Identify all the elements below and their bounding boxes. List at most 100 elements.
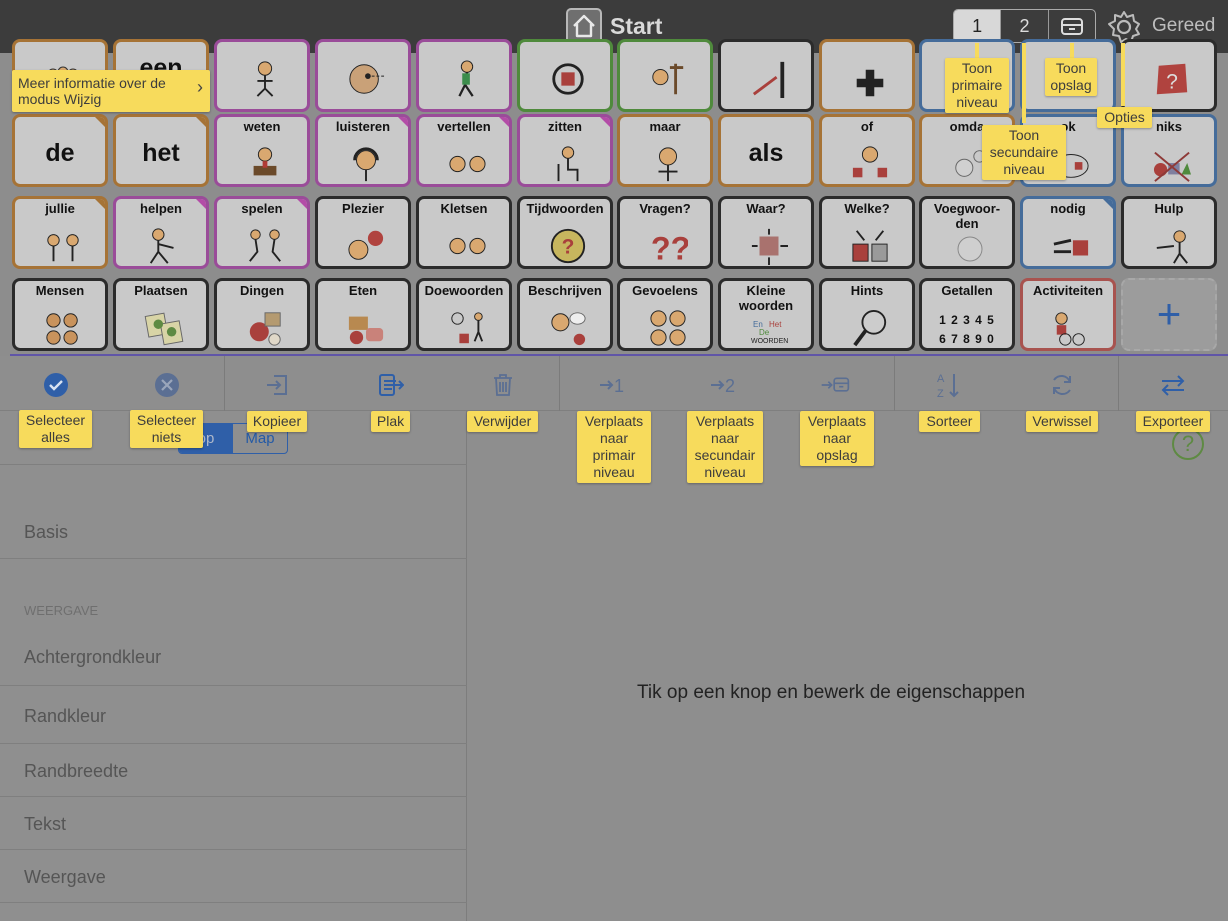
svg-text:De: De: [759, 328, 770, 337]
cell-tijdwoorden[interactable]: Tijdwoorden?: [517, 196, 613, 269]
cell-kletsen[interactable]: Kletsen: [416, 196, 512, 269]
checkmark-circle-icon: [44, 373, 68, 397]
cell-helpen[interactable]: helpen: [113, 196, 209, 269]
cell-plezier[interactable]: Plezier: [315, 196, 411, 269]
list-item-randkleur[interactable]: Randkleur: [0, 686, 467, 744]
cell-kleine-woorden[interactable]: Kleine woorden En Het De WOORDEN: [718, 278, 814, 351]
cell-eten[interactable]: Eten: [315, 278, 411, 351]
storage-icon: [1060, 18, 1083, 35]
tooltip-sort: Sorteer: [919, 411, 980, 432]
cell-jullie[interactable]: jullie: [12, 196, 108, 269]
cell-beschrijven[interactable]: Beschrijven: [517, 278, 613, 351]
arrow-storage-icon: [821, 377, 850, 392]
cell-hulp[interactable]: Hulp: [1121, 196, 1217, 269]
storage-button[interactable]: [1047, 10, 1095, 42]
cell-sign[interactable]: [617, 39, 713, 112]
delete-button[interactable]: [488, 370, 518, 400]
cell-spelen[interactable]: spelen: [214, 196, 310, 269]
list-item-weergave[interactable]: Weergave: [0, 850, 467, 903]
arrow-1-icon: 1: [600, 376, 624, 396]
help-icon[interactable]: ?: [1172, 428, 1204, 460]
chevron-right-icon: ›: [197, 77, 203, 97]
tooltip-move-secondary: Verplaats naar secundair niveau: [687, 411, 763, 483]
export-button[interactable]: [1158, 370, 1188, 400]
cell-person-sitting[interactable]: [214, 39, 310, 112]
cell-zitten[interactable]: zitten: [517, 114, 613, 187]
board-title: Start: [610, 12, 663, 39]
cell-luisteren[interactable]: luisteren: [315, 114, 411, 187]
cell-welke[interactable]: Welke?: [819, 196, 915, 269]
copy-button[interactable]: [263, 370, 293, 400]
cell-weten[interactable]: weten: [214, 114, 310, 187]
cell-look[interactable]: [315, 39, 411, 112]
list-item-randbreedte[interactable]: Randbreedte: [0, 744, 467, 797]
list-item-achtergrondkleur[interactable]: Achtergrondkleur: [0, 633, 467, 686]
cell-walk[interactable]: [416, 39, 512, 112]
cell-again[interactable]: [517, 39, 613, 112]
cell-question-red[interactable]: ?: [1121, 39, 1217, 112]
svg-text:WOORDEN: WOORDEN: [751, 338, 788, 345]
select-all-button[interactable]: [41, 370, 71, 400]
detail-panel: [467, 411, 1228, 921]
tooltip-show-storage: Toon opslag: [1045, 58, 1097, 96]
app-root: Start 1 2 Gereed een ? de het weten luis…: [0, 0, 1228, 921]
tooltip-copy: Kopieer: [247, 411, 307, 432]
tooltip-select-none: Selecteer niets: [130, 410, 203, 448]
done-button[interactable]: Gereed: [1152, 15, 1215, 37]
add-cell-button[interactable]: +: [1121, 278, 1217, 351]
select-none-button[interactable]: [152, 370, 182, 400]
cell-vertellen[interactable]: vertellen: [416, 114, 512, 187]
svg-text:?: ?: [562, 236, 575, 259]
deselect-circle-icon: [155, 373, 179, 397]
tooltip-delete: Verwijder: [467, 411, 538, 432]
edit-toolbar: 1 2 AZ: [0, 356, 1228, 411]
cell-voegwoorden[interactable]: Voegwoor- den: [919, 196, 1015, 269]
cell-als[interactable]: als: [718, 114, 814, 187]
cell-activiteiten[interactable]: Activiteiten: [1020, 278, 1116, 351]
swap-button[interactable]: [1047, 370, 1077, 400]
level-2-button[interactable]: 2: [1000, 10, 1047, 42]
cell-hints[interactable]: Hints: [819, 278, 915, 351]
move-to-primary-button[interactable]: 1: [598, 370, 628, 400]
getallen-digits: 1 2 3 4 5 6 7 8 9 0: [939, 313, 995, 346]
cell-of[interactable]: of: [819, 114, 915, 187]
paste-button[interactable]: [375, 370, 405, 400]
refresh-icon: [1053, 375, 1071, 395]
move-to-storage-button[interactable]: [820, 370, 850, 400]
tooltip-swap: Verwissel: [1026, 411, 1098, 432]
svg-text:1: 1: [614, 376, 624, 396]
arrow-2-icon: 2: [711, 376, 735, 396]
cell-vragen[interactable]: Vragen???: [617, 196, 713, 269]
cell-waar[interactable]: Waar?: [718, 196, 814, 269]
tooltip-export: Exporteer: [1136, 411, 1210, 432]
svg-text:?: ?: [1166, 71, 1178, 94]
svg-text:A: A: [937, 373, 945, 385]
cell-gevoelens[interactable]: Gevoelens: [617, 278, 713, 351]
sort-az-icon: AZ: [937, 373, 959, 400]
level-segmented-control[interactable]: 1 2: [953, 9, 1096, 43]
sort-button[interactable]: AZ: [934, 370, 964, 400]
cell-doewoorden[interactable]: Doewoorden: [416, 278, 512, 351]
cell-getallen[interactable]: Getallen 1 2 3 4 5 6 7 8 9 0: [919, 278, 1015, 351]
cell-arrow-line[interactable]: [718, 39, 814, 112]
cell-maar[interactable]: maar: [617, 114, 713, 187]
list-item-tekst[interactable]: Tekst: [0, 797, 467, 850]
info-tooltip[interactable]: Meer informatie over de modus Wijzig ›: [12, 70, 210, 112]
cell-het[interactable]: het: [113, 114, 209, 187]
trash-icon: [494, 374, 512, 396]
list-item-basis[interactable]: Basis: [0, 506, 467, 559]
svg-text:2: 2: [725, 376, 735, 396]
cell-dingen[interactable]: Dingen: [214, 278, 310, 351]
properties-list: Basis Achtergrondkleur Randkleur Randbre…: [0, 411, 467, 921]
move-to-secondary-button[interactable]: 2: [709, 370, 739, 400]
tooltip-move-storage: Verplaats naar opslag: [800, 411, 874, 466]
section-header-weergave: WEERGAVE: [24, 603, 99, 618]
tooltip-paste: Plak: [371, 411, 410, 432]
level-1-button[interactable]: 1: [954, 10, 1001, 42]
cell-de[interactable]: de: [12, 114, 108, 187]
swap-arrows-icon: [1161, 375, 1185, 396]
cell-nodig[interactable]: nodig: [1020, 196, 1116, 269]
cell-plus[interactable]: [819, 39, 915, 112]
cell-plaatsen[interactable]: Plaatsen: [113, 278, 209, 351]
cell-mensen[interactable]: Mensen: [12, 278, 108, 351]
